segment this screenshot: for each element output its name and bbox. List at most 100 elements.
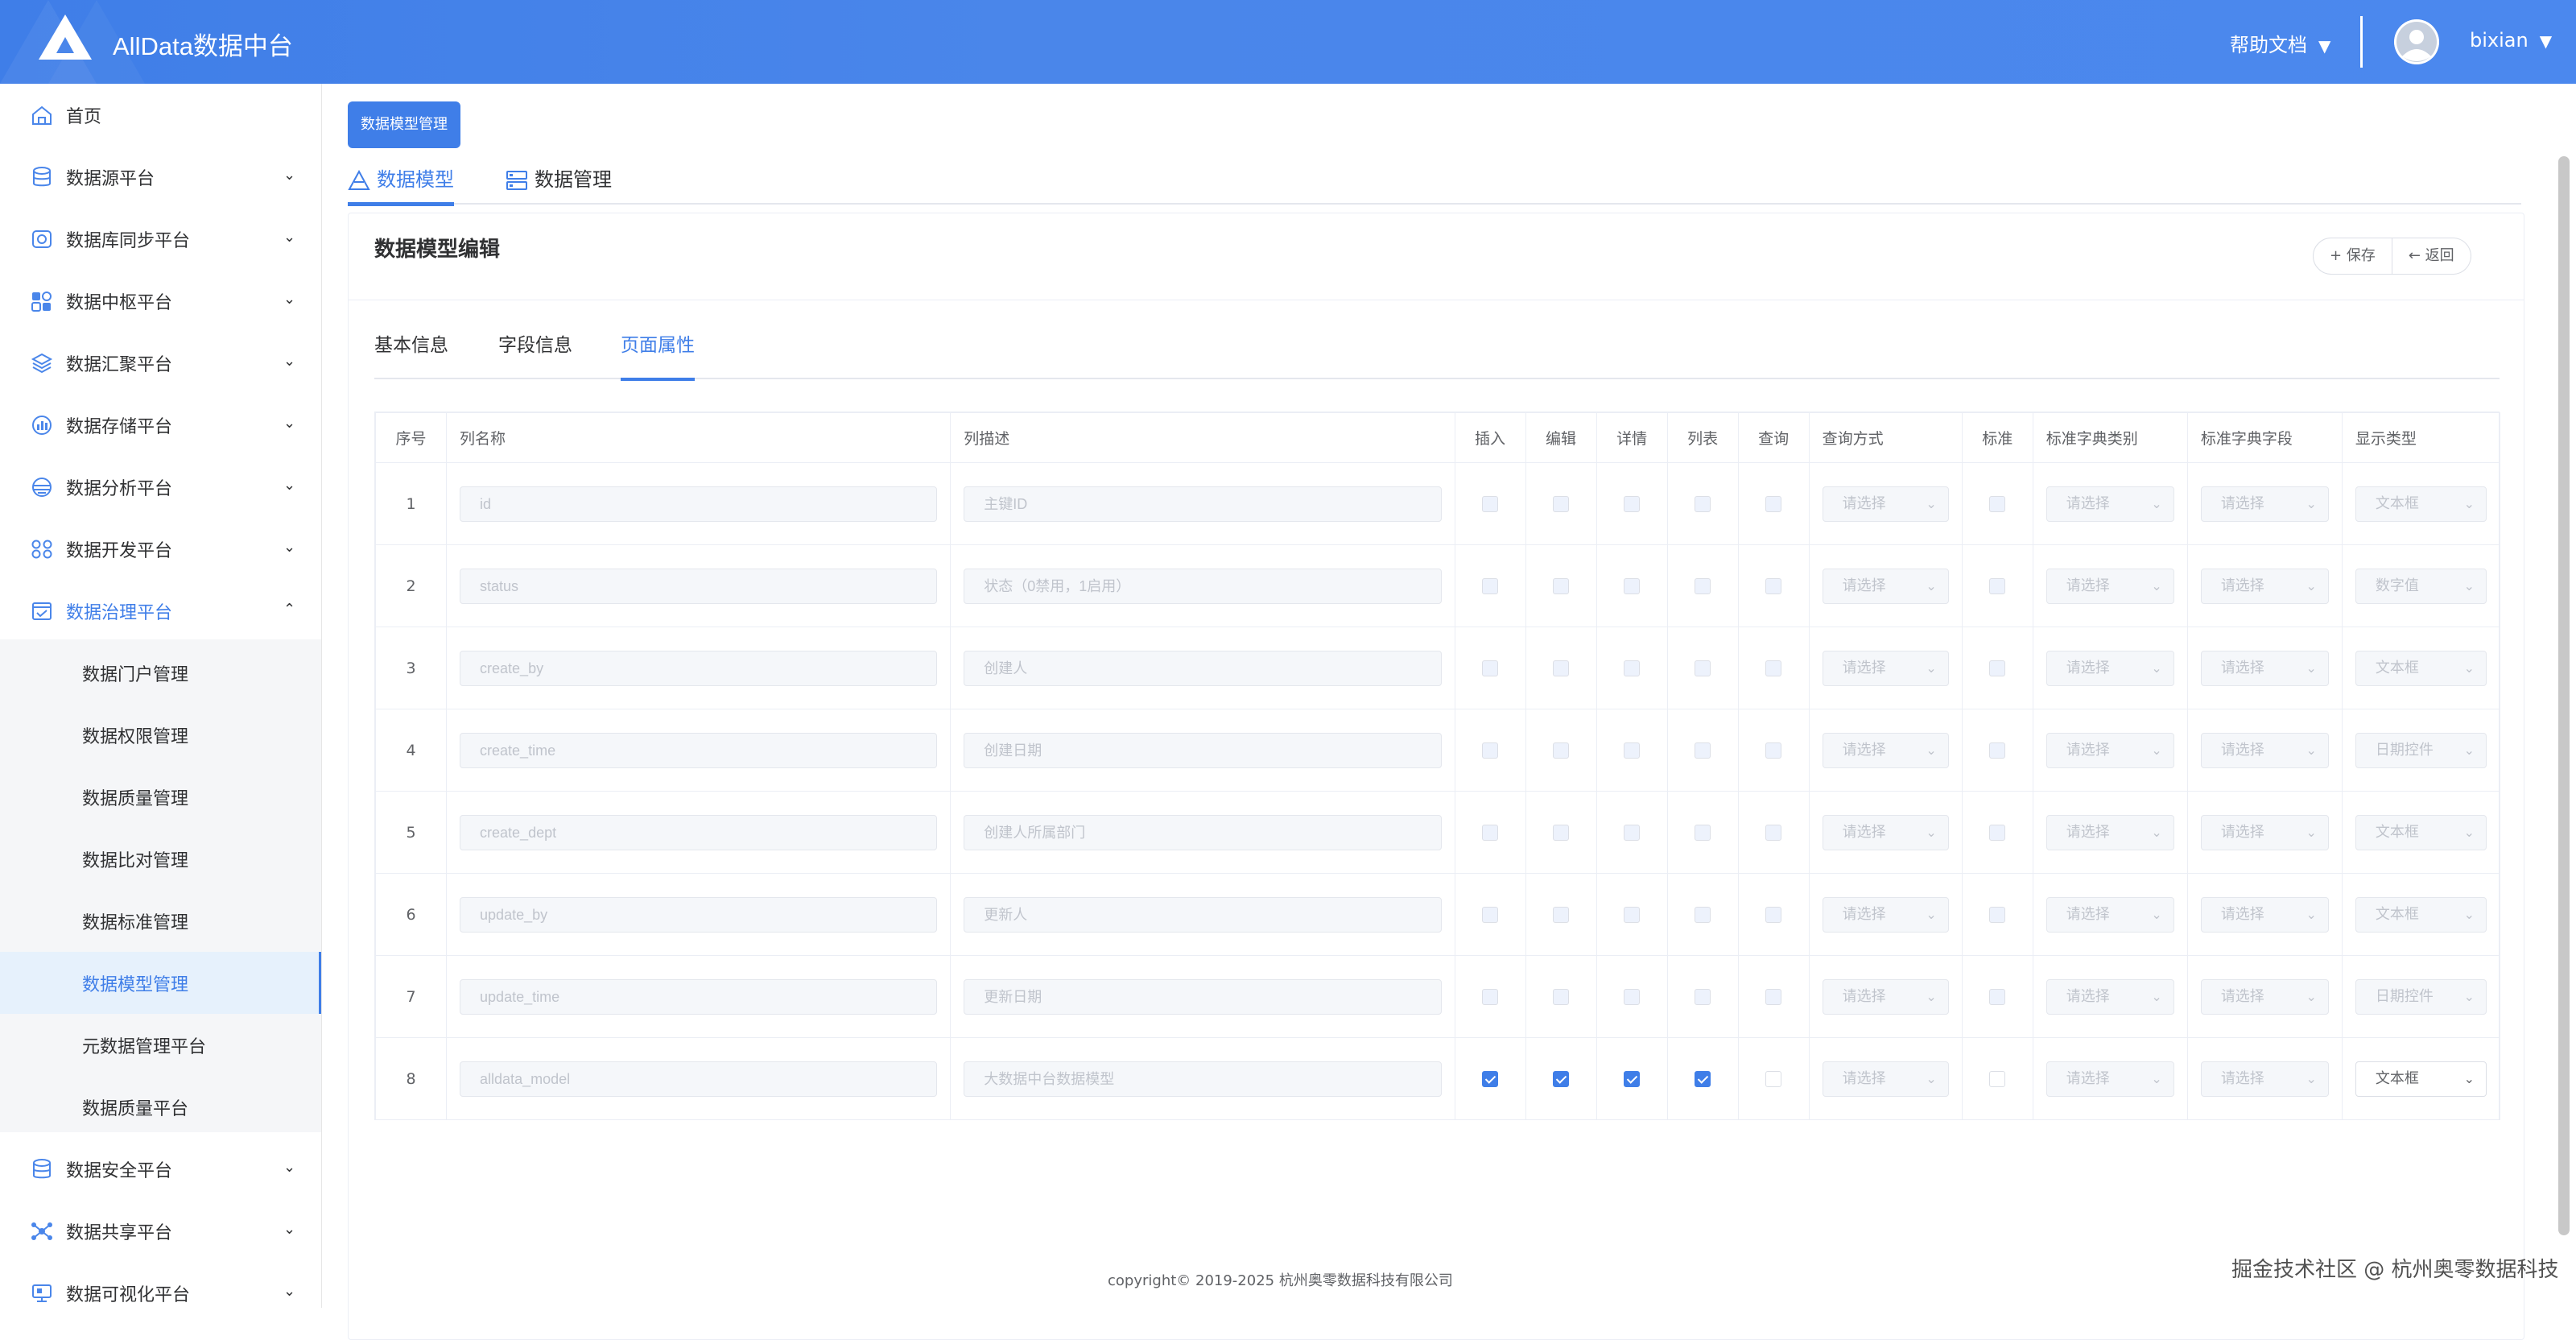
detail-checkbox[interactable] (1624, 496, 1641, 512)
col-desc-input[interactable]: 创建人所属部门 (964, 814, 1442, 850)
list-checkbox[interactable] (1695, 989, 1711, 1005)
sidebar-subitem-quality-platform[interactable]: 数据质量平台 (0, 1076, 321, 1138)
insert-checkbox[interactable] (1482, 989, 1499, 1005)
query-mode-select[interactable]: 请选择 ⌄ (1822, 1061, 1949, 1097)
col-desc-input[interactable]: 主键ID (964, 486, 1442, 522)
dict-type-select[interactable]: 请选择 ⌄ (2046, 1061, 2174, 1097)
insert-checkbox[interactable] (1482, 578, 1499, 594)
detail-checkbox[interactable] (1624, 660, 1641, 676)
edit-checkbox[interactable] (1553, 1071, 1570, 1087)
query-checkbox[interactable] (1765, 907, 1782, 923)
detail-checkbox[interactable] (1624, 907, 1641, 923)
insert-checkbox[interactable] (1482, 825, 1499, 841)
sidebar-subitem-permission[interactable]: 数据权限管理 (0, 704, 321, 766)
query-checkbox[interactable] (1765, 496, 1782, 512)
query-checkbox[interactable] (1765, 742, 1782, 759)
detail-checkbox[interactable] (1624, 742, 1641, 759)
col-desc-input[interactable]: 状态（0禁用，1启用） (964, 568, 1442, 604)
insert-checkbox[interactable] (1482, 496, 1499, 512)
col-desc-input[interactable]: 更新日期 (964, 978, 1442, 1015)
edit-checkbox[interactable] (1553, 907, 1570, 923)
list-checkbox[interactable] (1695, 660, 1711, 676)
standard-checkbox[interactable] (1989, 825, 2006, 841)
query-mode-select[interactable]: 请选择 ⌄ (1822, 978, 1949, 1015)
sidebar-item-data-security[interactable]: 数据安全平台 ⌄ (0, 1138, 321, 1200)
display-type-select[interactable]: 文本框 ⌄ (2355, 1061, 2487, 1097)
edit-checkbox[interactable] (1553, 578, 1570, 594)
insert-checkbox[interactable] (1482, 660, 1499, 676)
sidebar-item-datasource[interactable]: 数据源平台 ⌄ (0, 146, 321, 208)
col-name-input[interactable]: create_dept (460, 814, 938, 850)
sidebar-item-data-share[interactable]: 数据共享平台 ⌄ (0, 1200, 321, 1262)
query-mode-select[interactable]: 请选择 ⌄ (1822, 814, 1949, 850)
col-desc-input[interactable]: 大数据中台数据模型 (964, 1061, 1442, 1097)
list-checkbox[interactable] (1695, 578, 1711, 594)
sidebar-item-data-gather[interactable]: 数据汇聚平台 ⌄ (0, 332, 321, 394)
dict-field-select[interactable]: 请选择 ⌄ (2200, 1061, 2329, 1097)
help-docs-menu[interactable]: 帮助文档 ▼ (2230, 29, 2330, 57)
sidebar-item-data-governance[interactable]: 数据治理平台 ⌃ (0, 580, 321, 642)
standard-checkbox[interactable] (1989, 989, 2006, 1005)
standard-checkbox[interactable] (1989, 578, 2006, 594)
alldata-logo-icon[interactable] (37, 13, 93, 61)
tab-data-model[interactable]: 数据模型 (348, 164, 454, 206)
user-menu[interactable]: bixian ▼ (2470, 29, 2552, 52)
standard-checkbox[interactable] (1989, 1071, 2006, 1087)
query-checkbox[interactable] (1765, 578, 1782, 594)
page-scrollbar[interactable] (2558, 156, 2570, 1235)
standard-checkbox[interactable] (1989, 496, 2006, 512)
dict-field-select[interactable]: 请选择 ⌄ (2200, 978, 2329, 1015)
edit-checkbox[interactable] (1553, 496, 1570, 512)
sidebar-subitem-metadata[interactable]: 元数据管理平台 (0, 1014, 321, 1076)
display-type-select[interactable]: 日期控件 ⌄ (2355, 732, 2487, 768)
sidebar-subitem-model[interactable]: 数据模型管理 (0, 952, 321, 1014)
col-desc-input[interactable]: 创建日期 (964, 732, 1442, 768)
insert-checkbox[interactable] (1482, 742, 1499, 759)
edit-checkbox[interactable] (1553, 742, 1570, 759)
col-name-input[interactable]: create_by (460, 650, 938, 686)
edit-checkbox[interactable] (1553, 660, 1570, 676)
list-checkbox[interactable] (1695, 907, 1711, 923)
save-button[interactable]: + 保存 (2313, 238, 2392, 275)
sidebar-item-data-hub[interactable]: 数据中枢平台 ⌄ (0, 270, 321, 332)
display-type-select[interactable]: 文本框 ⌄ (2355, 896, 2487, 933)
query-mode-select[interactable]: 请选择 ⌄ (1822, 486, 1949, 522)
dict-field-select[interactable]: 请选择 ⌄ (2200, 896, 2329, 933)
tab-data-manage[interactable]: 数据管理 (506, 164, 612, 205)
dict-type-select[interactable]: 请选择 ⌄ (2046, 978, 2174, 1015)
col-name-input[interactable]: update_by (460, 896, 938, 933)
query-mode-select[interactable]: 请选择 ⌄ (1822, 732, 1949, 768)
query-checkbox[interactable] (1765, 660, 1782, 676)
sidebar-item-data-storage[interactable]: 数据存储平台 ⌄ (0, 394, 321, 456)
app-title[interactable]: AllData数据中台 (113, 26, 293, 62)
col-name-input[interactable]: id (460, 486, 938, 522)
sidebar-item-data-visual[interactable]: 数据可视化平台 ⌄ (0, 1262, 321, 1308)
col-desc-input[interactable]: 更新人 (964, 896, 1442, 933)
list-checkbox[interactable] (1695, 742, 1711, 759)
list-checkbox[interactable] (1695, 496, 1711, 512)
dict-field-select[interactable]: 请选择 ⌄ (2200, 486, 2329, 522)
detail-checkbox[interactable] (1624, 578, 1641, 594)
avatar[interactable] (2394, 19, 2439, 64)
display-type-select[interactable]: 数字值 ⌄ (2355, 568, 2487, 604)
standard-checkbox[interactable] (1989, 660, 2006, 676)
insert-checkbox[interactable] (1482, 907, 1499, 923)
sidebar-item-db-sync[interactable]: 数据库同步平台 ⌄ (0, 208, 321, 270)
edit-checkbox[interactable] (1553, 989, 1570, 1005)
dict-field-select[interactable]: 请选择 ⌄ (2200, 732, 2329, 768)
query-checkbox[interactable] (1765, 1071, 1782, 1087)
dict-field-select[interactable]: 请选择 ⌄ (2200, 650, 2329, 686)
detail-checkbox[interactable] (1624, 989, 1641, 1005)
sidebar-subitem-compare[interactable]: 数据比对管理 (0, 828, 321, 890)
dict-type-select[interactable]: 请选择 ⌄ (2046, 650, 2174, 686)
dict-field-select[interactable]: 请选择 ⌄ (2200, 568, 2329, 604)
insert-checkbox[interactable] (1482, 1071, 1499, 1087)
tab-page-attributes[interactable]: 页面属性 (621, 329, 695, 381)
col-desc-input[interactable]: 创建人 (964, 650, 1442, 686)
edit-checkbox[interactable] (1553, 825, 1570, 841)
sidebar-item-data-develop[interactable]: 数据开发平台 ⌄ (0, 518, 321, 580)
breadcrumb-tag[interactable]: 数据模型管理 (348, 101, 460, 148)
query-checkbox[interactable] (1765, 989, 1782, 1005)
dict-type-select[interactable]: 请选择 ⌄ (2046, 732, 2174, 768)
list-checkbox[interactable] (1695, 1071, 1711, 1087)
